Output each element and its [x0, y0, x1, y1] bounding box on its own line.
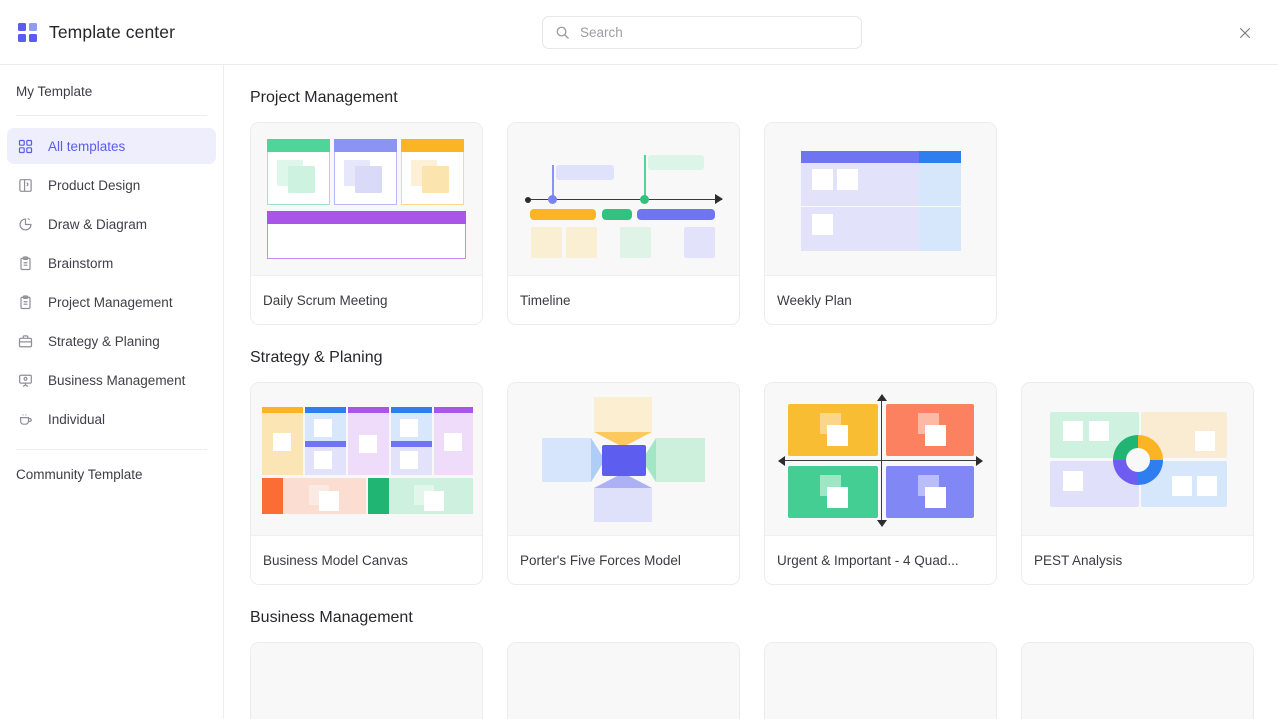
template-grid-project-management: Daily Scrum Meeting Timeline Weekly Plan — [250, 122, 1256, 325]
clipboard-icon — [17, 294, 34, 311]
cup-icon — [17, 411, 34, 428]
sidebar-item-strategy-planing[interactable]: Strategy & Planing — [7, 323, 216, 359]
sidebar-item-label: Individual — [48, 411, 106, 427]
section-title-strategy-planing: Strategy & Planing — [250, 349, 383, 366]
sidebar-item-individual[interactable]: Individual — [7, 401, 216, 437]
window-header: Template center — [0, 0, 1278, 65]
sidebar-list: All templates Product Design Draw & Diag… — [7, 116, 216, 437]
template-grid-strategy-planing: Business Model Canvas Porter's Five Forc… — [250, 382, 1256, 585]
template-grid-business-management — [250, 642, 1256, 719]
template-card-label: Weekly Plan — [765, 275, 996, 324]
template-card-label: PEST Analysis — [1022, 535, 1253, 584]
thumbnail-urgent-important-quadrants — [765, 383, 996, 535]
template-card-business-model-canvas[interactable]: Business Model Canvas — [250, 382, 483, 585]
sidebar-item-label: All templates — [48, 138, 126, 154]
template-card-placeholder[interactable] — [250, 642, 483, 719]
thumbnail-business-model-canvas — [251, 383, 482, 535]
search-icon — [555, 25, 570, 40]
sidebar-my-template[interactable]: My Template — [7, 65, 216, 115]
thumbnail-pest-analysis — [1022, 383, 1253, 535]
close-icon[interactable] — [1232, 20, 1258, 46]
thumbnail-timeline — [508, 123, 739, 275]
brand: Template center — [0, 22, 175, 43]
clipboard-icon — [17, 255, 34, 272]
quadrant-vertical-axis — [881, 398, 882, 523]
template-card-label: Porter's Five Forces Model — [508, 535, 739, 584]
template-center-window: Template center My Template — [0, 0, 1278, 719]
section-title-business-management: Business Management — [250, 609, 413, 626]
template-card-placeholder[interactable] — [764, 642, 997, 719]
sidebar-item-label: Draw & Diagram — [48, 216, 148, 232]
template-card-timeline[interactable]: Timeline — [507, 122, 740, 325]
template-card-placeholder[interactable] — [1021, 642, 1254, 719]
templates-content: Project Management Daily Scrum Meeting T… — [224, 65, 1278, 719]
page-title: Template center — [49, 21, 176, 42]
briefcase-icon — [17, 333, 34, 350]
sidebar: My Template All templates Product Design… — [0, 65, 224, 719]
pest-donut-chart — [1113, 435, 1163, 485]
presentation-icon — [17, 372, 34, 389]
template-card-weekly-plan[interactable]: Weekly Plan — [764, 122, 997, 325]
search-input[interactable] — [580, 25, 849, 40]
template-card-porters-five-forces[interactable]: Porter's Five Forces Model — [507, 382, 740, 585]
grid-icon — [17, 138, 34, 155]
template-card-label: Timeline — [508, 275, 739, 324]
sidebar-item-business-management[interactable]: Business Management — [7, 362, 216, 398]
sidebar-item-label: Business Management — [48, 372, 186, 388]
template-card-placeholder[interactable] — [507, 642, 740, 719]
sidebar-item-project-management[interactable]: Project Management — [7, 284, 216, 320]
design-icon — [17, 177, 34, 194]
sidebar-item-label: Project Management — [48, 294, 173, 310]
template-card-pest-analysis[interactable]: PEST Analysis — [1021, 382, 1254, 585]
sidebar-item-label: Product Design — [48, 177, 141, 193]
section-title-project-management: Project Management — [250, 89, 398, 106]
sidebar-community-template[interactable]: Community Template — [7, 450, 216, 482]
sidebar-item-brainstorm[interactable]: Brainstorm — [7, 245, 216, 281]
template-card-label: Urgent & Important - 4 Quad... — [765, 535, 996, 584]
sidebar-item-draw-diagram[interactable]: Draw & Diagram — [7, 206, 216, 242]
template-card-urgent-important-quadrants[interactable]: Urgent & Important - 4 Quad... — [764, 382, 997, 585]
template-card-label: Business Model Canvas — [251, 535, 482, 584]
template-card-daily-scrum-meeting[interactable]: Daily Scrum Meeting — [250, 122, 483, 325]
template-card-label: Daily Scrum Meeting — [251, 275, 482, 324]
sidebar-item-all-templates[interactable]: All templates — [7, 128, 216, 164]
thumbnail-weekly-plan — [765, 123, 996, 275]
grid-logo-icon — [18, 22, 37, 42]
thumbnail-daily-scrum — [251, 123, 482, 275]
sidebar-item-label: Brainstorm — [48, 255, 114, 271]
sidebar-item-product-design[interactable]: Product Design — [7, 167, 216, 203]
pie-chart-icon — [17, 216, 34, 233]
sidebar-item-label: Strategy & Planing — [48, 333, 160, 349]
thumbnail-porters-five-forces — [508, 383, 739, 535]
search-bar[interactable] — [542, 16, 862, 49]
